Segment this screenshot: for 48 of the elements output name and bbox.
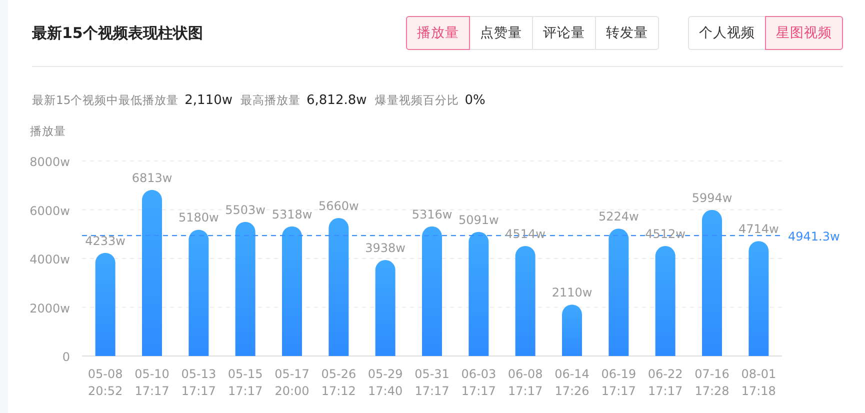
stat-label: 爆量视频百分比 <box>374 93 459 108</box>
x-tick-label: 06-14 17:26 <box>554 367 590 398</box>
x-tick-label: 06-08 17:17 <box>508 367 543 398</box>
value-label: 5318w <box>272 207 312 222</box>
y-tick-label: 8000w <box>30 155 70 169</box>
value-label: 3938w <box>365 241 406 255</box>
x-tick-label: 06-03 17:17 <box>461 367 496 398</box>
source-tab[interactable]: 个人视频 <box>688 16 766 50</box>
value-label: 4233w <box>85 234 126 248</box>
value-label: 5660w <box>318 199 359 214</box>
y-axis-title: 播放量 <box>30 124 66 138</box>
stat-label: 最高播放量 <box>240 93 300 108</box>
x-tick-label: 05-29 17:40 <box>368 367 403 398</box>
value-label: 5994w <box>692 190 732 205</box>
x-tick-label: 05-17 20:00 <box>274 367 310 398</box>
x-tick-label: 07-16 17:28 <box>694 367 730 398</box>
value-label: 5180w <box>178 210 219 225</box>
metric-tab[interactable]: 转发量 <box>595 16 659 50</box>
metric-tab[interactable]: 点赞量 <box>469 16 533 50</box>
stat-label: 最新15个视频中最低播放量 <box>32 93 179 108</box>
x-tick-label: 06-19 17:17 <box>601 367 636 398</box>
x-tick-label: 05-31 17:17 <box>414 367 450 398</box>
x-tick-label: 05-13 17:17 <box>181 367 216 398</box>
stat-value: 6,812.8w <box>306 93 367 108</box>
stat-value: 0% <box>464 93 486 108</box>
x-tick-label: 05-08 20:52 <box>88 367 123 398</box>
value-label: 6813w <box>132 170 172 185</box>
value-label: 5503w <box>225 202 266 217</box>
y-tick-label: 6000w <box>30 204 70 218</box>
value-label: 5224w <box>598 210 639 224</box>
chart-title: 最新15个视频表现柱状图 <box>32 24 204 42</box>
y-tick-label: 0 <box>62 350 70 364</box>
value-label: 4514w <box>505 226 546 241</box>
value-label: 2110w <box>552 286 592 300</box>
x-tick-label: 05-15 17:17 <box>228 367 263 398</box>
x-tick-label: 06-22 17:17 <box>648 367 683 398</box>
value-label: 5091w <box>458 212 499 227</box>
value-label: 4512w <box>645 227 686 242</box>
average-label: 4941.3w <box>788 230 840 244</box>
y-tick-label: 2000w <box>30 301 70 316</box>
y-tick-label: 4000w <box>30 252 70 266</box>
value-label: 4714w <box>738 222 779 236</box>
x-tick-label: 05-26 17:12 <box>321 367 356 398</box>
x-tick-label: 08-01 17:18 <box>741 367 776 398</box>
value-label: 5316w <box>412 207 452 222</box>
x-tick-label: 05-10 17:17 <box>134 367 170 398</box>
stat-value: 2,110w <box>184 93 232 108</box>
metric-tab[interactable]: 评论量 <box>532 16 596 50</box>
